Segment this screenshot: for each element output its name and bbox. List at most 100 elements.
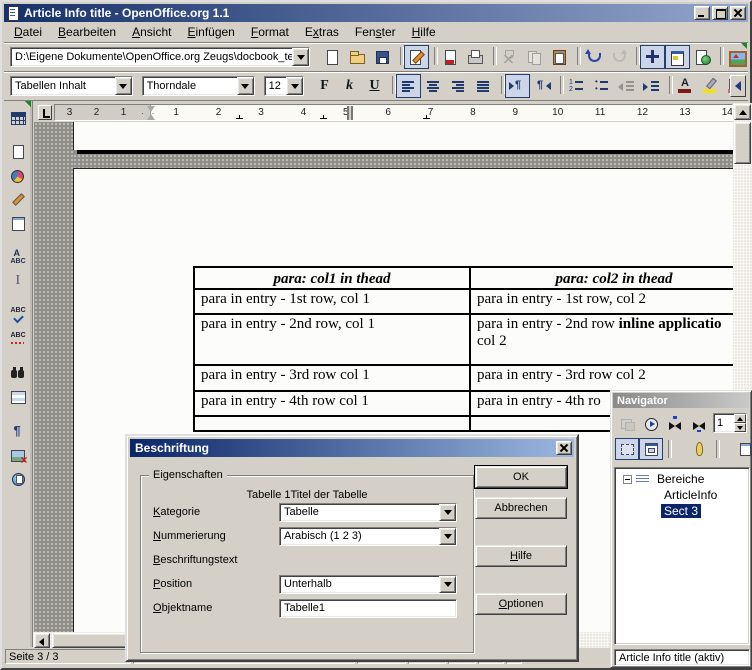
category-combo[interactable]: Tabelle — [279, 503, 457, 522]
minimize-button[interactable] — [694, 6, 710, 20]
tab-type-selector-button[interactable] — [38, 105, 52, 120]
table-cell[interactable] — [195, 417, 471, 430]
bold-button[interactable]: F — [312, 74, 337, 98]
find-replace-button[interactable] — [5, 361, 31, 385]
italic-button[interactable]: k — [337, 74, 362, 98]
menu-format[interactable]: Format — [243, 23, 297, 41]
autotext-button[interactable] — [5, 245, 31, 269]
font-color-button[interactable] — [673, 74, 698, 98]
online-layout-button[interactable] — [5, 467, 31, 491]
options-button[interactable]: Optionen — [475, 593, 567, 615]
object-name-input[interactable]: Tabelle1 — [279, 599, 457, 618]
dropdown-button[interactable] — [439, 576, 456, 593]
close-button[interactable] — [730, 6, 746, 20]
insert-button[interactable] — [5, 139, 31, 163]
table-cell[interactable]: para in entry - 1st row, col 1 — [195, 290, 471, 313]
undo-button[interactable] — [581, 45, 606, 69]
hyperlink-button[interactable] — [690, 45, 715, 69]
spellcheck-button[interactable] — [5, 303, 31, 327]
autospellcheck-button[interactable] — [5, 327, 31, 351]
new-document-button[interactable] — [320, 45, 345, 69]
page-2-bottom[interactable] — [73, 122, 733, 150]
table-cell[interactable]: para in entry - 2nd row, col 1 — [195, 315, 471, 364]
dropdown-button[interactable] — [439, 504, 456, 521]
navigator-button[interactable] — [640, 45, 665, 69]
tree-item-sect3[interactable]: Sect 3 — [615, 503, 749, 519]
font-size-combobox[interactable]: 12 — [264, 76, 304, 96]
save-document-button[interactable] — [370, 45, 395, 69]
open-document-button[interactable] — [345, 45, 370, 69]
tree-item-articleinfo[interactable]: ArticleInfo — [615, 487, 749, 503]
table-cell[interactable]: para in entry - 1st row, col 2 — [471, 290, 733, 313]
dropdown-button[interactable] — [115, 77, 132, 95]
spin-up-button[interactable] — [734, 414, 746, 423]
align-center-button[interactable] — [421, 74, 446, 98]
align-right-button[interactable] — [446, 74, 471, 98]
table-column-marker[interactable] — [347, 106, 353, 120]
align-left-button[interactable] — [396, 74, 421, 98]
graphics-onoff-button[interactable] — [5, 443, 31, 467]
position-combo[interactable]: Unterhalb — [279, 575, 457, 594]
table-header-cell[interactable]: para: col1 in thead — [195, 268, 471, 288]
spin-down-button[interactable] — [734, 423, 746, 432]
horizontal-ruler[interactable]: 321 1234567891011121314 — [54, 104, 733, 121]
ok-button[interactable]: OK — [475, 466, 567, 488]
content-view-button[interactable] — [639, 438, 663, 460]
paste-button[interactable] — [547, 45, 572, 69]
scroll-left-button[interactable] — [34, 633, 50, 648]
vertical-scroll-thumb[interactable] — [734, 122, 751, 164]
right-to-left-button[interactable] — [530, 74, 555, 98]
next-button[interactable] — [687, 413, 711, 435]
help-button[interactable]: Hilfe — [475, 545, 567, 567]
direct-cursor-button[interactable] — [5, 269, 31, 293]
insert-table-button[interactable] — [5, 105, 31, 129]
increase-indent-button[interactable] — [639, 74, 664, 98]
cancel-button[interactable]: Abbrechen — [475, 497, 567, 519]
numbering-button[interactable] — [564, 74, 589, 98]
dropdown-button[interactable] — [286, 77, 303, 95]
menu-datei[interactable]: Datei — [6, 23, 50, 41]
header-button[interactable] — [735, 438, 752, 460]
set-reminder-button[interactable] — [687, 438, 711, 460]
url-combobox[interactable]: D:\Eigene Dokumente\OpenOffice.org Zeugs… — [10, 47, 310, 67]
list-box-toggle-button[interactable] — [615, 438, 639, 460]
navigator-document-list[interactable]: Article Info title (aktiv) — [614, 649, 750, 666]
highlighting-button[interactable] — [698, 74, 723, 98]
dropdown-button[interactable] — [439, 528, 456, 545]
page-number-spinner[interactable]: 1 — [713, 413, 747, 433]
left-to-right-button[interactable] — [505, 74, 530, 98]
data-sources-button[interactable] — [5, 385, 31, 409]
numbering-combo[interactable]: Arabisch (1 2 3) — [279, 527, 457, 546]
form-functions-button[interactable] — [5, 211, 31, 235]
table-header-cell[interactable]: para: col2 in thead — [471, 268, 733, 288]
navigation-button[interactable] — [639, 413, 663, 435]
print-file-button[interactable] — [463, 45, 488, 69]
paragraph-style-combobox[interactable]: Tabellen Inhalt — [10, 76, 133, 96]
menu-extras[interactable]: Extras — [297, 23, 347, 41]
bullets-button[interactable] — [589, 74, 614, 98]
font-name-combobox[interactable]: Thorndale — [142, 76, 255, 96]
toolbar-scroll-left-button[interactable] — [730, 75, 746, 97]
menu-bearbeiten[interactable]: Bearbeiten — [50, 23, 124, 41]
navigator-title-bar[interactable]: Navigator — [613, 393, 749, 408]
maximize-button[interactable] — [712, 6, 728, 20]
tree-item-bereiche[interactable]: Bereiche — [615, 471, 749, 487]
menu-hilfe[interactable]: Hilfe — [404, 23, 444, 41]
dialog-close-button[interactable] — [556, 441, 572, 455]
draw-functions-button[interactable] — [5, 187, 31, 211]
indent-marker[interactable] — [147, 106, 156, 120]
nonprinting-chars-button[interactable] — [5, 419, 31, 443]
export-pdf-button[interactable] — [438, 45, 463, 69]
scroll-up-button[interactable] — [734, 104, 751, 120]
table-cell[interactable]: para in entry - 2nd row inline applicati… — [471, 315, 733, 364]
menu-fenster[interactable]: Fenster — [347, 23, 404, 41]
menu-einfuegen[interactable]: Einfügen — [179, 23, 242, 41]
align-justify-button[interactable] — [471, 74, 496, 98]
previous-button[interactable] — [663, 413, 687, 435]
table-cell[interactable]: para in entry - 4th row col 1 — [195, 392, 471, 415]
table-cell[interactable]: para in entry - 3rd row col 1 — [195, 366, 471, 390]
expander-minus-icon[interactable] — [623, 475, 632, 484]
underline-button[interactable]: U — [362, 74, 387, 98]
table-cell[interactable]: para in entry - 3rd row col 2 — [471, 366, 733, 390]
insert-object-button[interactable] — [5, 163, 31, 187]
